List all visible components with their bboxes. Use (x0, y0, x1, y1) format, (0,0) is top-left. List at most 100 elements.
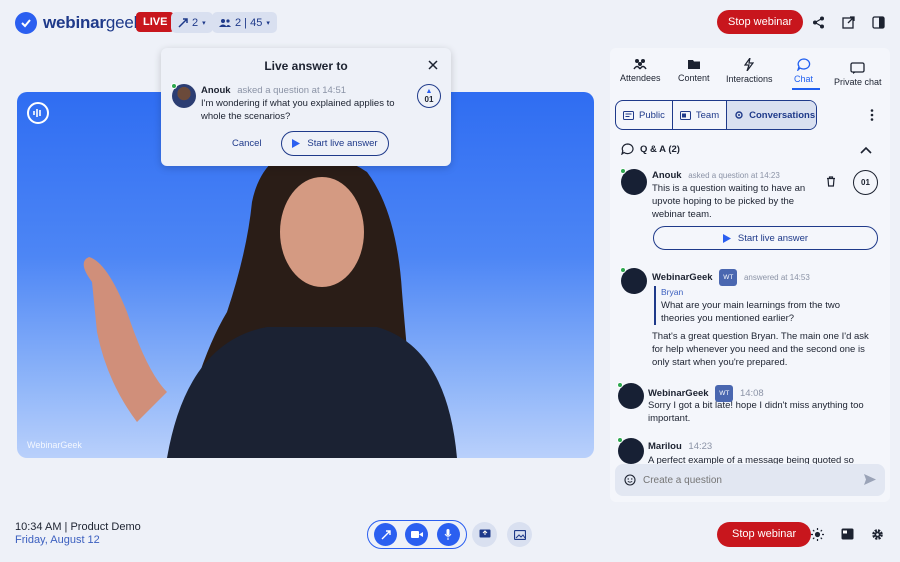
brand-name: webinargeek (43, 13, 142, 32)
tab-label: Chat (794, 74, 814, 84)
play-icon (292, 139, 301, 148)
chevron-down-icon: ▾ (266, 19, 270, 27)
question-composer (615, 464, 885, 496)
chevron-down-icon: ▾ (202, 19, 206, 27)
send-icon[interactable] (864, 474, 876, 488)
tab-attendees[interactable]: Attendees (620, 58, 661, 83)
start-live-answer-button[interactable]: Start live answer (653, 226, 878, 250)
chat-icon (796, 58, 810, 71)
arrow-up-icon: ▲ (425, 88, 433, 95)
media-button[interactable] (507, 522, 532, 547)
live-answer-dialog: Live answer to Anouk asked a question at… (161, 48, 451, 166)
sidebar-toggle-icon[interactable] (870, 14, 886, 30)
settings-gear-icon[interactable] (871, 528, 884, 544)
media-controls (367, 520, 467, 549)
stop-webinar-button[interactable]: Stop webinar (717, 10, 804, 34)
stop-webinar-footer-button[interactable]: Stop webinar (717, 522, 812, 547)
upvote-button[interactable]: ▲ 01 (417, 84, 441, 108)
tab-chat[interactable]: Chat (794, 58, 813, 84)
question-author: Anouk (652, 170, 682, 181)
video-watermark: WebinarGeek (27, 440, 82, 450)
emoji-icon[interactable] (624, 474, 636, 489)
upvote-count: 01 (424, 95, 434, 104)
tab-interactions[interactable]: Interactions (726, 58, 773, 84)
side-panel: Attendees Content Interactions Chat Priv… (610, 48, 890, 502)
question-input[interactable] (643, 470, 853, 490)
camera-icon (410, 531, 423, 538)
cancel-button[interactable]: Cancel (232, 138, 262, 149)
online-status-dot (617, 437, 623, 443)
online-status-dot (620, 168, 626, 174)
team-badge: WT (719, 269, 738, 286)
image-icon (513, 529, 526, 540)
layout-icon[interactable] (841, 528, 854, 543)
segment-conversations[interactable]: Conversations (727, 101, 816, 129)
tab-private-chat[interactable]: Private chat (834, 62, 882, 87)
presenter-icon (178, 17, 188, 28)
tab-label: Private chat (834, 77, 882, 87)
answer-author: WebinarGeek (652, 272, 713, 284)
webinargeek-logo-icon (15, 12, 37, 34)
answer-text: That's a great question Bryan. The main … (652, 331, 869, 368)
team-chat-icon (679, 110, 691, 120)
screen-share-button[interactable] (472, 522, 497, 547)
brand-logo[interactable]: webinargeek (15, 12, 142, 34)
play-icon (722, 233, 731, 243)
microphone-button[interactable] (436, 523, 460, 546)
segment-public[interactable]: Public (616, 101, 673, 129)
quoted-message: Bryan What are your main learnings from … (654, 286, 854, 325)
question-header: Anouk asked a question at 14:23 (652, 169, 780, 182)
tab-content[interactable]: Content (678, 58, 710, 83)
message-text: Sorry I got a bit late! hope I didn't mi… (648, 400, 864, 424)
tab-label: Content (678, 73, 710, 83)
segment-label: Public (639, 109, 665, 121)
answer-meta: answered at 14:53 (743, 273, 810, 283)
people-icon (219, 18, 231, 27)
quote-text: What are your main learnings from the tw… (661, 300, 840, 324)
gear-icon (735, 111, 743, 119)
lightning-icon (744, 58, 755, 71)
hosts-count: 2 (192, 16, 199, 29)
upvote-button[interactable]: 01 (853, 170, 878, 195)
segment-label: Team (695, 109, 720, 121)
close-icon[interactable] (426, 58, 440, 72)
quote-author: Bryan (661, 287, 684, 297)
presenter-icon (381, 529, 391, 539)
date-label: Friday, August 12 (15, 534, 100, 546)
online-status-dot (617, 382, 623, 388)
attendees-icon (633, 59, 647, 70)
presenter-button[interactable] (374, 523, 398, 546)
chevron-up-icon[interactable] (860, 143, 872, 157)
qa-section-header[interactable]: Q & A (2) (621, 143, 680, 155)
active-tab-indicator (792, 88, 820, 90)
message-time: 14:23 (688, 441, 713, 452)
message-author: Marilou (648, 441, 682, 452)
question-header: Anouk asked a question at 14:51 (201, 84, 346, 97)
more-options-icon[interactable] (868, 108, 876, 122)
message-author: WebinarGeek (648, 388, 709, 400)
camera-button[interactable] (405, 523, 429, 546)
chat-filter-segments: Public Team Conversations (615, 100, 817, 130)
qa-title: Q & A (2) (640, 143, 680, 155)
segment-label: Conversations (749, 109, 816, 121)
upvote-count: 01 (861, 178, 870, 187)
start-live-answer-label: Start live answer (737, 232, 809, 244)
attendees-count: 2 | 45 (235, 16, 263, 29)
brightness-icon[interactable] (811, 528, 824, 544)
tab-label: Interactions (726, 74, 773, 84)
trash-icon[interactable] (826, 176, 836, 190)
hosts-pill[interactable]: 2 ▾ (171, 12, 213, 33)
online-status-dot (171, 83, 177, 89)
message-header: Marilou 14:23 (648, 440, 712, 453)
screen-share-icon (479, 529, 490, 538)
microphone-icon (444, 529, 452, 540)
folder-icon (687, 60, 700, 69)
share-icon[interactable] (810, 14, 826, 30)
segment-team[interactable]: Team (673, 101, 728, 129)
start-live-answer-button[interactable]: Start live answer (281, 131, 389, 156)
qa-icon (621, 143, 634, 155)
tab-label: Attendees (620, 73, 661, 83)
question-meta: asked a question at 14:51 (237, 85, 347, 96)
attendees-pill[interactable]: 2 | 45 ▾ (212, 12, 277, 33)
external-link-icon[interactable] (840, 14, 856, 30)
